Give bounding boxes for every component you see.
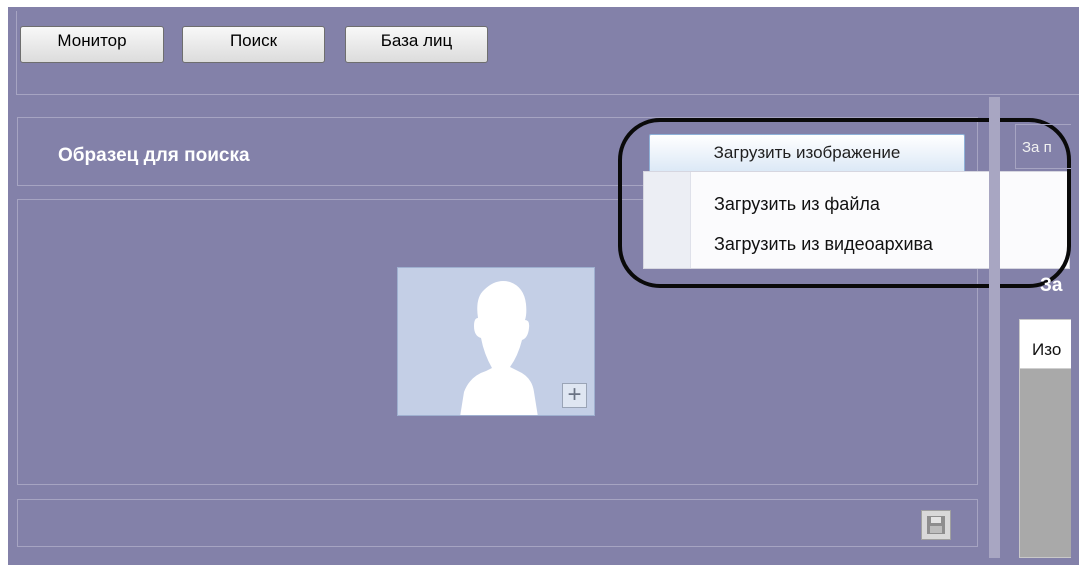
sample-bottom-bar bbox=[17, 499, 978, 547]
plus-icon[interactable]: + bbox=[562, 383, 587, 408]
results-table-header: Изо bbox=[1020, 320, 1071, 369]
sample-image-placeholder[interactable]: + bbox=[397, 267, 595, 416]
search-tab-button[interactable]: Поиск bbox=[182, 26, 325, 63]
toolbar bbox=[16, 11, 1079, 95]
right-panel-header-label: За п bbox=[1022, 139, 1052, 156]
results-table: Изо bbox=[1019, 319, 1071, 558]
save-disk-glyph bbox=[927, 516, 945, 534]
right-panel-sub-label: За bbox=[1040, 275, 1063, 296]
monitor-tab-button[interactable]: Монитор bbox=[20, 26, 164, 63]
annotation-highlight-oval bbox=[618, 118, 1071, 288]
save-disk-icon[interactable] bbox=[921, 510, 951, 540]
faces-database-tab-button[interactable]: База лиц bbox=[345, 26, 488, 63]
panel-splitter[interactable] bbox=[989, 97, 1000, 558]
column-header-image[interactable]: Изо bbox=[1032, 340, 1061, 360]
search-sample-title: Образец для поиска bbox=[58, 145, 250, 166]
